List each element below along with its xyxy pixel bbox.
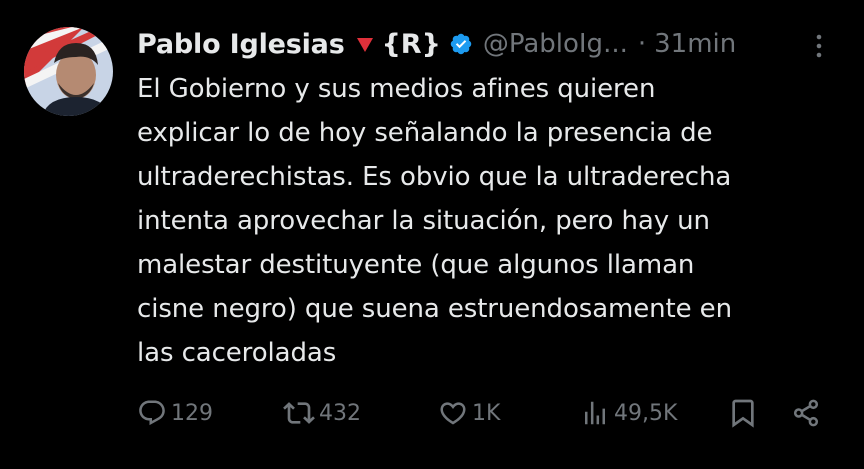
tweet-timestamp[interactable]: 31min xyxy=(654,29,736,59)
tweet-text: El Gobierno y sus medios afines quieren … xyxy=(137,67,837,375)
tweet-text-line: explicar lo de hoy señalando la presenci… xyxy=(137,118,713,148)
red-triangle-icon xyxy=(356,38,373,52)
tweet-text-line: El Gobierno y sus medios afines quieren xyxy=(137,74,656,104)
verified-badge-icon xyxy=(450,33,472,55)
tweet-text-line: las caceroladas xyxy=(137,338,337,368)
avatar[interactable] xyxy=(24,27,113,116)
views-bar-icon xyxy=(585,401,605,425)
views-button[interactable]: 49,5K xyxy=(580,393,677,433)
more-vertical-icon[interactable] xyxy=(811,33,827,59)
like-count: 1K xyxy=(472,400,501,426)
retweet-icon xyxy=(283,402,315,424)
bookmark-button[interactable] xyxy=(727,393,759,433)
author-handle[interactable]: @PabloIg... xyxy=(483,29,628,59)
tweet-header: Pablo Iglesias {R} @PabloIg... · 31min xyxy=(137,24,736,64)
views-count: 49,5K xyxy=(614,400,678,426)
avatar-image xyxy=(24,27,113,116)
tweet-card[interactable]: Pablo Iglesias {R} @PabloIg... · 31min E… xyxy=(0,0,864,469)
share-button[interactable] xyxy=(790,393,822,433)
reply-icon xyxy=(139,400,165,426)
tweet-actions: 129 432 1K 49,5K xyxy=(0,393,864,433)
tweet-text-line: cisne negro) que suena estruendosamente … xyxy=(137,294,732,324)
author-tag: {R} xyxy=(381,28,441,60)
like-button[interactable]: 1K xyxy=(438,393,500,433)
retweet-button[interactable]: 432 xyxy=(283,393,361,433)
tweet-text-line: intenta aprovechar la situación, pero ha… xyxy=(137,206,710,236)
heart-icon xyxy=(440,402,466,425)
bookmark-icon xyxy=(732,399,754,428)
reply-count: 129 xyxy=(171,400,213,426)
tweet-text-line: malestar destituyente (que algunos llama… xyxy=(137,250,695,280)
share-icon xyxy=(793,399,819,427)
retweet-count: 432 xyxy=(319,400,361,426)
separator-dot: · xyxy=(637,29,647,59)
reply-button[interactable]: 129 xyxy=(137,393,213,433)
tweet-text-line: ultraderechistas. Es obvio que la ultrad… xyxy=(137,162,732,192)
author-name[interactable]: Pablo Iglesias xyxy=(137,29,345,60)
